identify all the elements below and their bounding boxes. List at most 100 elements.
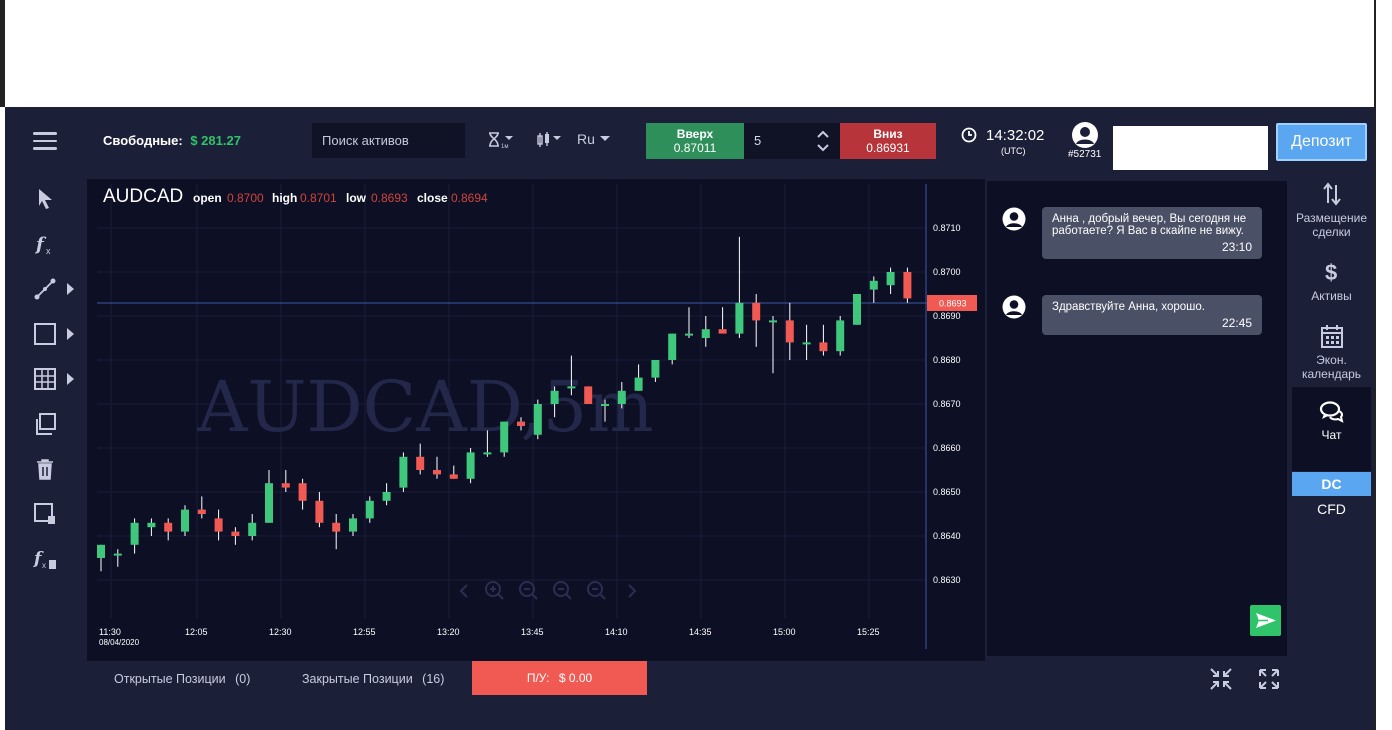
tab-open-positions[interactable]: Открытые Позиции (0): [114, 672, 250, 686]
chat-message-text: Здравствуйте Анна, хорошо.: [1052, 301, 1205, 313]
chart-symbol: AUDCAD: [103, 186, 183, 207]
chat-message-time: 23:10: [1221, 240, 1252, 254]
candle: [164, 518, 173, 541]
time-axis: 11:30 12:05 12:30 12:55 13:20 13:45 14:10 14:35…: [99, 627, 880, 647]
high-value: 0.8701: [300, 191, 337, 205]
sidebar-item-place-trade[interactable]: Размещение сделки: [1292, 181, 1371, 239]
copy-icon[interactable]: [33, 412, 57, 436]
candle-body: [550, 390, 559, 404]
candlestick-chart[interactable]: AUDCAD,5m 0.8710 0.8700 0.8690 0.8680 0.8670…: [87, 179, 985, 661]
trash-icon[interactable]: [33, 457, 57, 481]
candle: [113, 549, 122, 567]
candle-body: [147, 522, 156, 528]
price-chart[interactable]: AUDCAD,5m 0.8710 0.8700 0.8690 0.8680 0.8670…: [87, 179, 985, 661]
high-label: high: [272, 191, 297, 205]
cursor-icon[interactable]: [33, 187, 57, 211]
mode-dc-tab[interactable]: DC: [1292, 472, 1371, 496]
chat-panel: Анна , добрый вечер, Вы сегодня не работ…: [987, 181, 1287, 656]
candle-body: [315, 500, 324, 523]
y-tick-label: 0.8680: [933, 355, 961, 365]
pnl-value: $ 0.00: [558, 671, 593, 685]
send-message-button[interactable]: [1250, 605, 1281, 636]
candle: [752, 294, 761, 347]
candle-body: [332, 522, 341, 532]
candle-body: [466, 452, 475, 479]
grid-layout-expand-icon[interactable]: [67, 373, 74, 385]
hamburger-menu-icon[interactable]: [33, 132, 57, 150]
mode-cfd-tab[interactable]: CFD: [1292, 498, 1371, 520]
svg-text:$: $: [1325, 260, 1337, 285]
deposit-button[interactable]: Депозит: [1276, 123, 1367, 161]
candle: [298, 478, 307, 510]
candle-body: [685, 333, 693, 336]
candle: [685, 307, 693, 338]
down-price: 0.86931: [866, 141, 910, 155]
open-value: 0.8700: [227, 191, 264, 205]
chat-avatar-icon: [1002, 207, 1026, 231]
remove-drawing-icon[interactable]: [33, 502, 57, 526]
candle-body: [651, 360, 660, 378]
stepper-arrows-icon[interactable]: [816, 127, 830, 155]
scroll-left-icon[interactable]: [459, 584, 468, 598]
sell-down-button[interactable]: Вниз 0.86931: [840, 123, 936, 159]
free-balance-label: Свободные:: [103, 133, 183, 148]
candle-body: [517, 421, 525, 426]
candle-body: [231, 531, 240, 536]
rectangle-tool-expand-icon[interactable]: [67, 328, 74, 340]
chart-type-dropdown[interactable]: [536, 131, 564, 152]
candle: [449, 465, 458, 479]
clock-icon: [961, 127, 977, 143]
y-tick-label: 0.8690: [933, 311, 961, 321]
indicator-icon[interactable]: fx: [33, 232, 57, 256]
amount-value[interactable]: 5: [754, 133, 761, 148]
expand-icon[interactable]: [1257, 667, 1281, 691]
language-dropdown[interactable]: Ru: [577, 131, 611, 147]
y-tick-label: 0.8660: [933, 443, 961, 453]
asset-search-input[interactable]: Поиск активов: [312, 123, 465, 158]
candle-body: [601, 404, 609, 406]
candle: [701, 316, 710, 347]
dollar-icon: $: [1325, 260, 1337, 285]
sidebar-item-econ-calendar[interactable]: Экон. календарь: [1292, 323, 1371, 381]
candle-body: [718, 329, 727, 334]
candle-body: [634, 377, 643, 391]
candle-body: [399, 456, 408, 488]
remove-indicator-icon[interactable]: fx: [33, 547, 57, 571]
candle: [349, 514, 357, 536]
user-avatar-icon[interactable]: [1071, 121, 1099, 149]
grid-layout-icon[interactable]: [33, 367, 57, 391]
zoom-fit-icon[interactable]: [587, 581, 606, 600]
candle-body: [97, 544, 105, 558]
y-tick-label: 0.8700: [933, 267, 961, 277]
zoom-reset-icon[interactable]: [553, 581, 572, 600]
x-tick-label: 14:10: [605, 627, 628, 637]
window-edge: [1374, 0, 1392, 730]
candle: [819, 324, 828, 356]
buy-up-button[interactable]: Вверх 0.87011: [646, 123, 744, 159]
zoom-in-icon[interactable]: [485, 581, 504, 600]
y-tick-label: 0.8670: [933, 399, 961, 409]
zoom-out-icon[interactable]: [519, 581, 538, 600]
candle: [433, 456, 441, 479]
scroll-right-icon[interactable]: [628, 584, 637, 598]
candle-body: [735, 302, 744, 334]
rectangle-tool-icon[interactable]: [33, 322, 57, 346]
line-tool-icon[interactable]: [33, 277, 57, 301]
sidebar-item-assets[interactable]: $ Активы: [1292, 259, 1371, 303]
sidebar-item-label: Размещение сделки: [1296, 211, 1367, 239]
amount-stepper[interactable]: 5: [744, 123, 840, 159]
browser-blank-area: [0, 0, 1392, 107]
candle-body: [819, 342, 828, 352]
candle: [735, 236, 744, 338]
timeframe-dropdown[interactable]: 1м: [488, 131, 514, 152]
zoom-controls: [459, 581, 637, 600]
collapse-icon[interactable]: [1209, 667, 1233, 691]
candle: [382, 483, 391, 506]
line-tool-expand-icon[interactable]: [67, 283, 74, 295]
candle-body: [214, 518, 223, 532]
candle: [500, 421, 509, 457]
sidebar-item-chat[interactable]: Чат: [1292, 387, 1371, 471]
candle: [130, 518, 139, 554]
tab-closed-positions[interactable]: Закрытые Позиции (16): [302, 672, 444, 686]
x-tick-label: 12:05: [185, 627, 208, 637]
